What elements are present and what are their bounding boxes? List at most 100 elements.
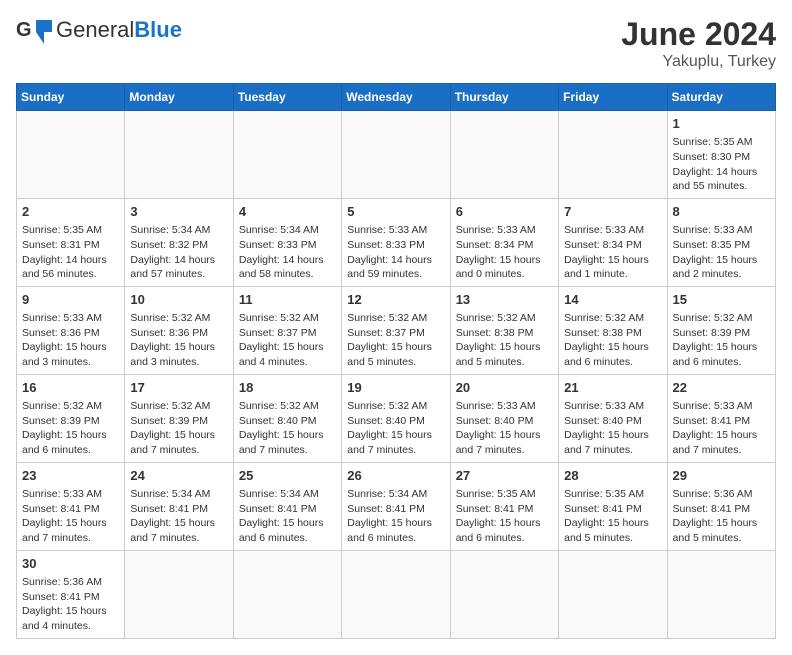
calendar-cell: 26 Sunrise: 5:34 AMSunset: 8:41 PMDayligh…	[342, 462, 450, 550]
day-info: Sunrise: 5:32 AMSunset: 8:39 PMDaylight:…	[130, 399, 227, 458]
calendar-cell: 14 Sunrise: 5:32 AMSunset: 8:38 PMDayligh…	[559, 286, 667, 374]
day-number: 8	[673, 203, 770, 221]
weekday-header-sunday: Sunday	[17, 84, 125, 111]
calendar-cell: 21Sunrise: 5:33 AMSunset: 8:40 PMDayligh…	[559, 374, 667, 462]
calendar-week-2: 9 Sunrise: 5:33 AMSunset: 8:36 PMDaylight…	[17, 286, 776, 374]
day-number: 15	[673, 291, 770, 309]
day-info: Sunrise: 5:32 AMSunset: 8:38 PMDaylight:…	[564, 311, 661, 370]
weekday-header-friday: Friday	[559, 84, 667, 111]
day-info: Sunrise: 5:33 AMSunset: 8:34 PMDaylight:…	[456, 223, 553, 282]
calendar-month-year: June 2024	[621, 16, 776, 53]
page-header: G GeneralBlue June 2024 Yakuplu, Turkey	[16, 16, 776, 71]
day-number: 5	[347, 203, 444, 221]
calendar-cell: 19 Sunrise: 5:32 AMSunset: 8:40 PMDayligh…	[342, 374, 450, 462]
calendar-table: SundayMondayTuesdayWednesdayThursdayFrid…	[16, 83, 776, 639]
calendar-cell	[233, 550, 341, 638]
day-number: 13	[456, 291, 553, 309]
day-number: 17	[130, 379, 227, 397]
day-number: 10	[130, 291, 227, 309]
calendar-cell	[125, 550, 233, 638]
calendar-cell	[450, 111, 558, 199]
day-number: 4	[239, 203, 336, 221]
calendar-cell: 1 Sunrise: 5:35 AMSunset: 8:30 PMDaylight…	[667, 111, 775, 199]
day-number: 7	[564, 203, 661, 221]
logo-text: GeneralBlue	[56, 17, 182, 42]
calendar-cell: 9 Sunrise: 5:33 AMSunset: 8:36 PMDaylight…	[17, 286, 125, 374]
day-info: Sunrise: 5:33 AMSunset: 8:33 PMDaylight:…	[347, 223, 444, 282]
calendar-cell: 22 Sunrise: 5:33 AMSunset: 8:41 PMDayligh…	[667, 374, 775, 462]
weekday-header-tuesday: Tuesday	[233, 84, 341, 111]
day-number: 12	[347, 291, 444, 309]
day-info: Sunrise: 5:33 AMSunset: 8:36 PMDaylight:…	[22, 311, 119, 370]
calendar-cell: 30Sunrise: 5:36 AMSunset: 8:41 PMDayligh…	[17, 550, 125, 638]
calendar-cell	[342, 111, 450, 199]
calendar-header: SundayMondayTuesdayWednesdayThursdayFrid…	[17, 84, 776, 111]
day-info: Sunrise: 5:33 AMSunset: 8:34 PMDaylight:…	[564, 223, 661, 282]
calendar-cell: 15 Sunrise: 5:32 AMSunset: 8:39 PMDayligh…	[667, 286, 775, 374]
day-info: Sunrise: 5:32 AMSunset: 8:39 PMDaylight:…	[673, 311, 770, 370]
day-info: Sunrise: 5:35 AMSunset: 8:30 PMDaylight:…	[673, 135, 770, 194]
day-info: Sunrise: 5:36 AMSunset: 8:41 PMDaylight:…	[673, 487, 770, 546]
logo: G GeneralBlue	[16, 16, 182, 44]
calendar-body: 1 Sunrise: 5:35 AMSunset: 8:30 PMDaylight…	[17, 111, 776, 639]
calendar-cell: 27 Sunrise: 5:35 AMSunset: 8:41 PMDayligh…	[450, 462, 558, 550]
day-info: Sunrise: 5:32 AMSunset: 8:40 PMDaylight:…	[239, 399, 336, 458]
day-number: 19	[347, 379, 444, 397]
day-info: Sunrise: 5:34 AMSunset: 8:41 PMDaylight:…	[130, 487, 227, 546]
day-info: Sunrise: 5:33 AMSunset: 8:40 PMDaylight:…	[564, 399, 661, 458]
calendar-cell: 4Sunrise: 5:34 AMSunset: 8:33 PMDaylight…	[233, 198, 341, 286]
calendar-cell: 2 Sunrise: 5:35 AMSunset: 8:31 PMDaylight…	[17, 198, 125, 286]
day-number: 18	[239, 379, 336, 397]
day-number: 2	[22, 203, 119, 221]
day-info: Sunrise: 5:33 AMSunset: 8:41 PMDaylight:…	[673, 399, 770, 458]
day-number: 6	[456, 203, 553, 221]
calendar-cell: 20Sunrise: 5:33 AMSunset: 8:40 PMDayligh…	[450, 374, 558, 462]
calendar-week-0: 1 Sunrise: 5:35 AMSunset: 8:30 PMDaylight…	[17, 111, 776, 199]
calendar-cell: 16 Sunrise: 5:32 AMSunset: 8:39 PMDayligh…	[17, 374, 125, 462]
calendar-cell	[233, 111, 341, 199]
calendar-week-4: 23Sunrise: 5:33 AMSunset: 8:41 PMDayligh…	[17, 462, 776, 550]
calendar-cell: 12Sunrise: 5:32 AMSunset: 8:37 PMDayligh…	[342, 286, 450, 374]
weekday-header-row: SundayMondayTuesdayWednesdayThursdayFrid…	[17, 84, 776, 111]
day-info: Sunrise: 5:35 AMSunset: 8:41 PMDaylight:…	[564, 487, 661, 546]
logo-blue-text: Blue	[134, 17, 182, 42]
calendar-cell	[125, 111, 233, 199]
calendar-cell: 28Sunrise: 5:35 AMSunset: 8:41 PMDayligh…	[559, 462, 667, 550]
day-info: Sunrise: 5:32 AMSunset: 8:36 PMDaylight:…	[130, 311, 227, 370]
calendar-cell: 25Sunrise: 5:34 AMSunset: 8:41 PMDayligh…	[233, 462, 341, 550]
day-number: 24	[130, 467, 227, 485]
calendar-cell	[450, 550, 558, 638]
day-info: Sunrise: 5:33 AMSunset: 8:35 PMDaylight:…	[673, 223, 770, 282]
day-number: 16	[22, 379, 119, 397]
day-info: Sunrise: 5:32 AMSunset: 8:40 PMDaylight:…	[347, 399, 444, 458]
calendar-cell: 8 Sunrise: 5:33 AMSunset: 8:35 PMDaylight…	[667, 198, 775, 286]
logo-icon: G	[16, 16, 52, 44]
day-info: Sunrise: 5:33 AMSunset: 8:40 PMDaylight:…	[456, 399, 553, 458]
day-info: Sunrise: 5:34 AMSunset: 8:41 PMDaylight:…	[239, 487, 336, 546]
calendar-week-1: 2 Sunrise: 5:35 AMSunset: 8:31 PMDaylight…	[17, 198, 776, 286]
day-info: Sunrise: 5:35 AMSunset: 8:31 PMDaylight:…	[22, 223, 119, 282]
day-info: Sunrise: 5:34 AMSunset: 8:41 PMDaylight:…	[347, 487, 444, 546]
calendar-cell: 3Sunrise: 5:34 AMSunset: 8:32 PMDaylight…	[125, 198, 233, 286]
day-number: 27	[456, 467, 553, 485]
calendar-cell: 29Sunrise: 5:36 AMSunset: 8:41 PMDayligh…	[667, 462, 775, 550]
calendar-cell	[559, 111, 667, 199]
calendar-cell: 13Sunrise: 5:32 AMSunset: 8:38 PMDayligh…	[450, 286, 558, 374]
calendar-cell: 10 Sunrise: 5:32 AMSunset: 8:36 PMDayligh…	[125, 286, 233, 374]
day-number: 14	[564, 291, 661, 309]
calendar-cell: 23Sunrise: 5:33 AMSunset: 8:41 PMDayligh…	[17, 462, 125, 550]
day-number: 1	[673, 115, 770, 133]
day-number: 26	[347, 467, 444, 485]
day-info: Sunrise: 5:32 AMSunset: 8:39 PMDaylight:…	[22, 399, 119, 458]
day-number: 23	[22, 467, 119, 485]
day-info: Sunrise: 5:35 AMSunset: 8:41 PMDaylight:…	[456, 487, 553, 546]
calendar-cell: 18 Sunrise: 5:32 AMSunset: 8:40 PMDayligh…	[233, 374, 341, 462]
day-number: 9	[22, 291, 119, 309]
calendar-title-block: June 2024 Yakuplu, Turkey	[621, 16, 776, 71]
weekday-header-saturday: Saturday	[667, 84, 775, 111]
day-info: Sunrise: 5:36 AMSunset: 8:41 PMDaylight:…	[22, 575, 119, 634]
svg-text:G: G	[16, 19, 32, 41]
day-number: 11	[239, 291, 336, 309]
calendar-week-3: 16 Sunrise: 5:32 AMSunset: 8:39 PMDayligh…	[17, 374, 776, 462]
day-number: 22	[673, 379, 770, 397]
